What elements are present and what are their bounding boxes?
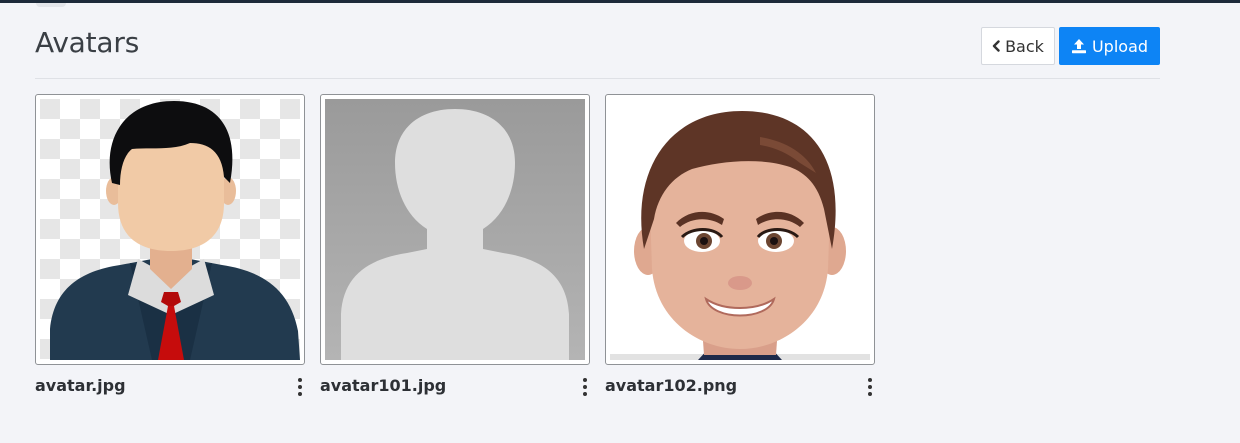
back-button-label: Back [1005, 36, 1044, 56]
avatar-filename: avatar101.jpg [320, 376, 447, 395]
chevron-left-icon [992, 40, 1000, 52]
cartoon-man-avatar-image [610, 99, 870, 360]
top-bar-tab [36, 3, 66, 7]
default-silhouette-avatar-image [325, 99, 585, 360]
avatar-filename: avatar.jpg [35, 376, 126, 395]
avatar-filename: avatar102.png [605, 376, 738, 395]
page-title: Avatars [35, 26, 140, 59]
avatar-thumbnail[interactable] [605, 94, 875, 365]
upload-icon [1071, 38, 1087, 54]
avatar-thumbnail[interactable] [35, 94, 305, 365]
more-options-icon[interactable] [863, 378, 877, 396]
avatar-thumbnail[interactable] [320, 94, 590, 365]
back-button[interactable]: Back [981, 27, 1055, 65]
top-bar [0, 0, 1240, 3]
businessman-avatar-image [40, 99, 300, 360]
page-header: Avatars Back Upload [35, 24, 1160, 79]
upload-button[interactable]: Upload [1059, 27, 1160, 65]
more-options-icon[interactable] [578, 378, 592, 396]
more-options-icon[interactable] [293, 378, 307, 396]
upload-button-label: Upload [1091, 36, 1149, 56]
